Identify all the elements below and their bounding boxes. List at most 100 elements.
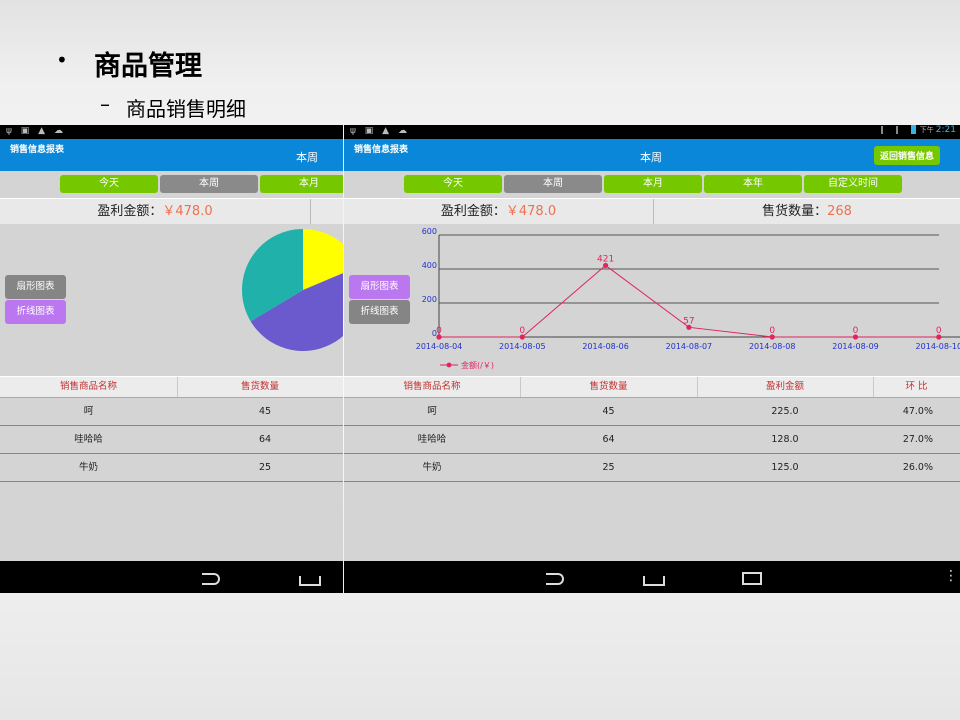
cell-product-name: 牛奶 <box>422 462 442 473</box>
current-period: 本周 <box>640 151 662 164</box>
table-row[interactable]: 呵 45 225.0 47.0% <box>344 398 960 426</box>
x-tick-label: 2014-08-05 <box>499 342 546 351</box>
slide-subtitle: 商品销售明细 <box>126 97 246 121</box>
header-quantity: 售货数量 <box>240 381 279 392</box>
y-tick-label: 600 <box>422 227 437 236</box>
cell-profit: 128.0 <box>771 434 799 445</box>
x-tick-label: 2014-08-08 <box>749 342 796 351</box>
title-bullet: • <box>56 48 68 72</box>
header-product-name: 销售商品名称 <box>403 381 461 392</box>
data-label: 0 <box>769 326 775 336</box>
summary-bar: 盈利金额：￥478.0 <box>0 198 343 226</box>
header-product-name: 销售商品名称 <box>59 381 117 392</box>
tab-this-week[interactable]: 本周 <box>504 175 602 193</box>
back-icon[interactable] <box>202 571 220 589</box>
status-bar: ψ ▣ ▲ ☁ 下午 2:21 <box>344 125 960 139</box>
app-header: 销售信息报表 本周 返回销售信息 <box>344 139 960 171</box>
report-title: 销售信息报表 <box>10 145 65 155</box>
phone-screen-pie: ψ ▣ ▲ ☁ 销售信息报表 本周 今天 本周 本月 盈利金额：￥478.0 扇… <box>0 125 343 593</box>
cell-ratio: 26.0% <box>902 462 933 473</box>
status-right: 下午 2:21 <box>880 125 956 135</box>
profit-value: ￥478.0 <box>505 204 557 219</box>
table-row[interactable]: 哇哈哈 64 128.0 27.0% <box>344 426 960 454</box>
back-icon[interactable] <box>546 571 564 589</box>
legend-marker <box>446 362 452 368</box>
current-period: 本周 <box>296 151 318 164</box>
app-header: 销售信息报表 本周 <box>0 139 343 171</box>
table-row[interactable]: 呵 45 <box>0 398 343 426</box>
data-label: 0 <box>436 326 442 336</box>
summary-bar: 盈利金额：￥478.0 售货数量：268 <box>344 198 960 226</box>
cell-product-name: 呵 <box>83 406 94 417</box>
quantity-value: 268 <box>827 204 852 219</box>
pie-chart-button[interactable]: 扇形图表 <box>349 275 410 299</box>
x-tick-label: 2014-08-10 <box>916 342 960 351</box>
profit-summary: 盈利金额：￥478.0 <box>344 199 653 225</box>
cell-quantity: 64 <box>602 434 615 445</box>
tab-this-week[interactable]: 本周 <box>160 175 258 193</box>
x-tick-label: 2014-08-07 <box>666 342 713 351</box>
recent-apps-icon[interactable] <box>742 571 762 589</box>
line-chart-button[interactable]: 折线图表 <box>349 300 410 324</box>
status-ampm: 下午 <box>919 126 934 134</box>
cell-product-name: 呵 <box>427 406 437 417</box>
data-label: 57 <box>683 316 694 326</box>
profit-value: ￥478.0 <box>162 204 213 219</box>
x-tick-label: 2014-08-04 <box>416 342 463 351</box>
data-label: 421 <box>597 254 614 264</box>
cell-product-name: 哇哈哈 <box>417 434 447 445</box>
phone-screen-line: ψ ▣ ▲ ☁ 下午 2:21 销售信息报表 本周 返回销售信息 今天 本周 本月… <box>344 125 960 593</box>
cell-profit: 125.0 <box>771 462 799 473</box>
legend-label: 金额(/￥) <box>461 360 494 370</box>
status-bar: ψ ▣ ▲ ☁ <box>0 125 343 139</box>
cell-ratio: 47.0% <box>902 406 933 417</box>
header-quantity: 售货数量 <box>589 381 628 392</box>
sales-table: 销售商品名称 售货数量 盈利金额 环 比 呵 45 225.0 47.0% 哇哈… <box>344 376 960 482</box>
android-nav-bar <box>0 561 343 593</box>
tab-this-month[interactable]: 本月 <box>260 175 343 193</box>
tab-today[interactable]: 今天 <box>404 175 502 193</box>
tab-today[interactable]: 今天 <box>60 175 158 193</box>
chart-area: 600 400 200 0 2014-08-04 2014-08-05 2014-08-06… <box>344 224 960 376</box>
report-title: 销售信息报表 <box>354 145 409 155</box>
table-header: 销售商品名称 售货数量 盈利金额 环 比 <box>344 376 960 398</box>
home-icon[interactable] <box>643 572 665 590</box>
cell-quantity: 45 <box>602 406 615 417</box>
y-tick-label: 200 <box>422 295 437 304</box>
tab-this-year[interactable]: 本年 <box>704 175 802 193</box>
cell-quantity: 25 <box>602 462 615 473</box>
battery-icon <box>910 125 916 134</box>
table-row[interactable]: 牛奶 25 125.0 26.0% <box>344 454 960 482</box>
tab-this-month[interactable]: 本月 <box>604 175 702 193</box>
cell-profit: 225.0 <box>771 406 799 417</box>
quantity-label: 售货数量： <box>762 204 828 219</box>
android-nav-bar: ⋮ <box>344 561 960 593</box>
x-tick-label: 2014-08-06 <box>582 342 629 351</box>
pie-chart <box>242 229 343 351</box>
cell-product-name: 牛奶 <box>78 462 98 473</box>
data-label: 0 <box>519 326 525 336</box>
sales-table: 销售商品名称 售货数量 呵 45 哇哈哈 64 牛奶 25 <box>0 376 343 482</box>
cell-product-name: 哇哈哈 <box>74 434 103 445</box>
slide-title: 商品管理 <box>94 51 202 82</box>
cell-quantity: 25 <box>258 462 272 473</box>
data-label: 0 <box>853 326 859 336</box>
home-icon[interactable] <box>299 572 321 590</box>
quantity-summary: 售货数量：268 <box>654 199 960 225</box>
status-icons: ψ ▣ ▲ ☁ <box>350 126 410 136</box>
profit-label: 盈利金额： <box>97 204 163 219</box>
overflow-menu-icon[interactable]: ⋮ <box>944 567 958 585</box>
data-label: 0 <box>936 326 942 336</box>
tab-custom-time[interactable]: 自定义时间 <box>804 175 902 193</box>
table-row[interactable]: 哇哈哈 64 <box>0 426 343 454</box>
profit-label: 盈利金额： <box>440 204 506 219</box>
table-row[interactable]: 牛奶 25 <box>0 454 343 482</box>
cell-ratio: 27.0% <box>902 434 933 445</box>
return-sales-info-button[interactable]: 返回销售信息 <box>873 146 940 165</box>
profit-summary: 盈利金额：￥478.0 <box>0 199 310 225</box>
header-ratio: 环 比 <box>905 381 928 392</box>
chart-area: 扇形图表 折线图表 <box>0 224 343 376</box>
subtitle-dash: – <box>100 92 110 116</box>
header-profit: 盈利金额 <box>765 381 804 392</box>
x-tick-label: 2014-08-09 <box>832 342 879 351</box>
